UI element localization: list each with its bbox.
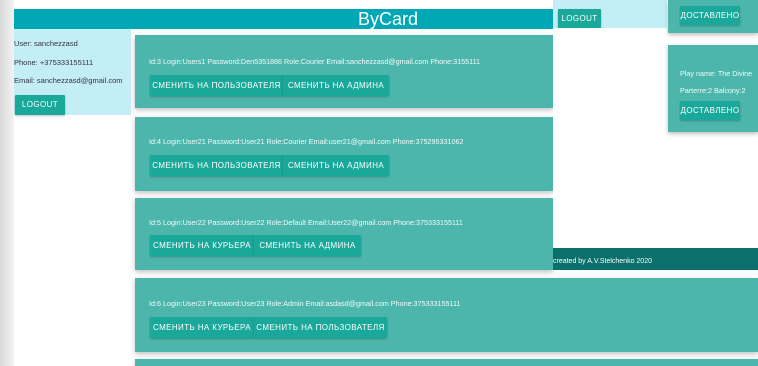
make-courier-button[interactable]: СМЕНИТЬ НА КУРЬЕРА <box>150 235 254 256</box>
user-card-info: Id:4 Login:User21 Password:User21 Role:C… <box>149 137 464 146</box>
make-user-button[interactable]: СМЕНИТЬ НА ПОЛЬЗОВАТЕЛЯ <box>254 317 387 338</box>
user-panel: User: sanchezzasd Phone: +375333155111 E… <box>14 29 131 115</box>
make-courier-button[interactable]: СМЕНИТЬ НА КУРЬЕРА <box>150 317 254 338</box>
page-left-shadow <box>0 0 14 366</box>
user-card-info: Id:5 Login:User22 Password:User22 Role:D… <box>149 218 463 227</box>
order-card: Play name: The Divine Parterre:2 Balcony… <box>668 45 758 132</box>
user-card <box>135 359 758 366</box>
seats-info: Parterre:2 Balcony:2 <box>680 86 746 95</box>
delivered-button[interactable]: ДОСТАВЛЕНО <box>680 101 740 120</box>
user-email: Email: sanchezzasd@gmail.com <box>14 76 123 85</box>
app-title: ByCard <box>358 9 419 29</box>
make-user-button[interactable]: СМЕНИТЬ НА ПОЛЬЗОВАТЕЛЯ <box>150 75 283 96</box>
logout-button[interactable]: LOGOUT <box>15 95 65 115</box>
user-card: Id:3 Login:Users1 Password:Den5351886 Ro… <box>135 35 553 108</box>
app-header <box>14 9 554 29</box>
order-card: ДОСТАВЛЕНО <box>668 0 758 33</box>
make-admin-button[interactable]: СМЕНИТЬ НА АДМИНА <box>283 155 389 176</box>
user-card: Id:5 Login:User22 Password:User22 Role:D… <box>135 198 553 270</box>
user-card: Id:4 Login:User21 Password:User21 Role:C… <box>135 117 553 191</box>
user-card-info: Id:3 Login:Users1 Password:Den5351886 Ro… <box>149 57 481 66</box>
play-name: Play name: The Divine <box>680 69 753 78</box>
make-user-button[interactable]: СМЕНИТЬ НА ПОЛЬЗОВАТЕЛЯ <box>150 155 283 176</box>
make-admin-button[interactable]: СМЕНИТЬ НА АДМИНА <box>283 75 389 96</box>
footer-credit: created by A.V.Stelchenko 2020 <box>553 258 652 265</box>
make-admin-button[interactable]: СМЕНИТЬ НА АДМИНА <box>254 235 361 256</box>
delivered-button[interactable]: ДОСТАВЛЕНО <box>680 6 740 25</box>
user-card: Id:6 Login:User23 Password:User23 Role:A… <box>135 278 758 352</box>
overlay-logout-button[interactable]: LOGOUT <box>558 9 601 28</box>
user-name: User: sanchezzasd <box>14 39 78 48</box>
user-phone: Phone: +375333155111 <box>14 58 94 67</box>
overlay-body <box>553 28 667 248</box>
user-card-info: Id:6 Login:User23 Password:User23 Role:A… <box>149 299 461 308</box>
